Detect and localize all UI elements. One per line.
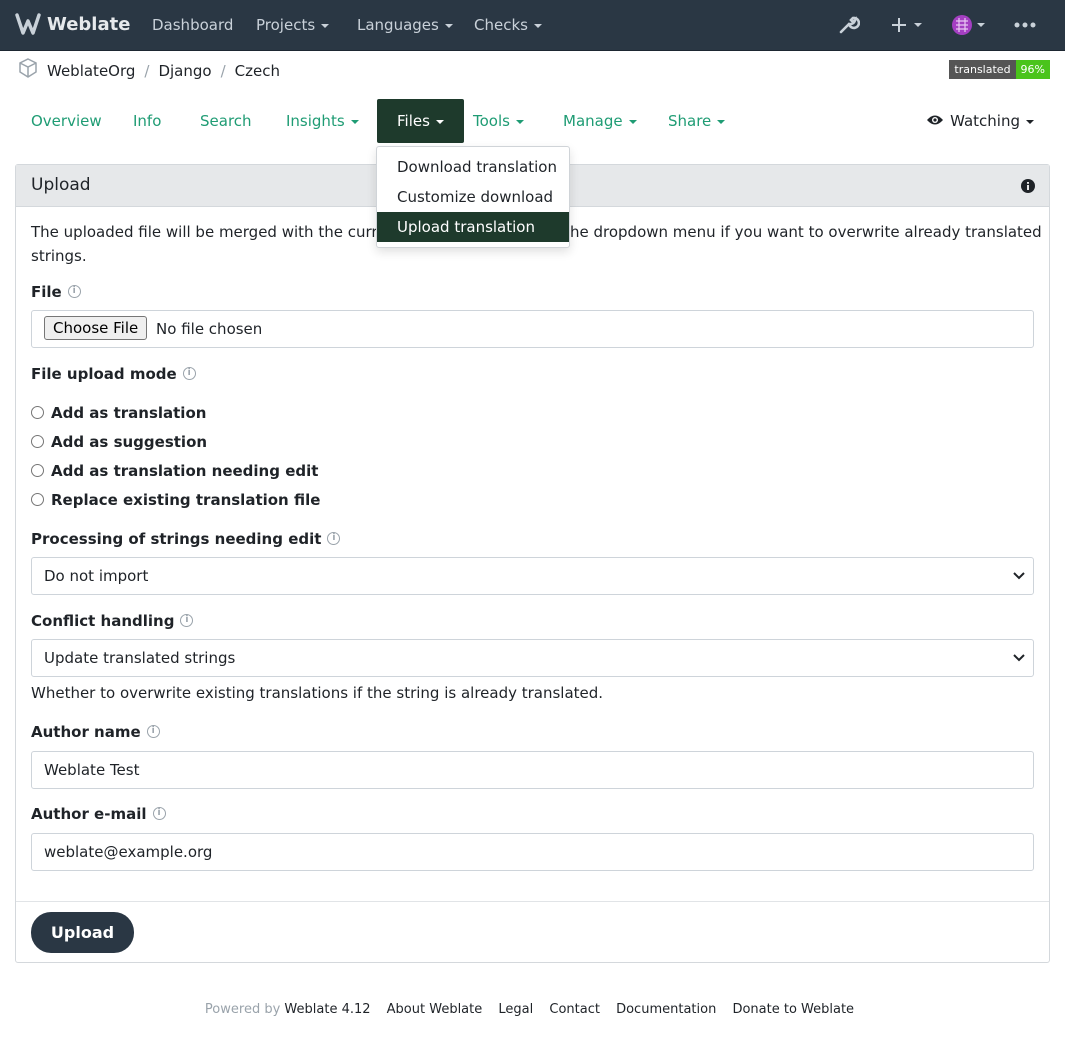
author-name-label: Author name i bbox=[31, 723, 160, 741]
footer-documentation-link[interactable]: Documentation bbox=[616, 1002, 716, 1017]
chevron-down-icon bbox=[533, 23, 542, 28]
nav-dashboard[interactable]: Dashboard bbox=[152, 0, 233, 50]
mode-add-needing-edit[interactable]: Add as translation needing edit bbox=[31, 462, 318, 480]
chevron-down-icon bbox=[515, 119, 524, 124]
chevron-down-icon bbox=[1013, 572, 1025, 580]
wrench-icon[interactable] bbox=[838, 13, 861, 37]
user-menu[interactable] bbox=[950, 13, 990, 37]
translated-badge[interactable]: translated 96% bbox=[949, 60, 1050, 79]
chevron-down-icon bbox=[444, 23, 453, 28]
nav-languages[interactable]: Languages bbox=[357, 0, 453, 50]
intro-text-line2: strings. bbox=[31, 247, 87, 265]
conflict-help-text: Whether to overwrite existing translatio… bbox=[31, 684, 604, 702]
translation-tabs: Overview Info Search Insights Files Tool… bbox=[0, 99, 1065, 143]
help-icon[interactable]: i bbox=[327, 532, 341, 545]
chevron-down-icon bbox=[350, 119, 359, 124]
breadcrumb-separator: / bbox=[220, 62, 226, 80]
file-label: File i bbox=[31, 283, 81, 301]
tab-info[interactable]: Info bbox=[133, 99, 161, 143]
radio-button[interactable] bbox=[31, 405, 44, 419]
powered-by-text: Powered by bbox=[204, 1002, 281, 1017]
tab-files[interactable]: Files bbox=[377, 99, 464, 143]
tab-share[interactable]: Share bbox=[668, 99, 726, 143]
author-email-label: Author e-mail i bbox=[31, 805, 166, 823]
footer-donate-link[interactable]: Donate to Weblate bbox=[732, 1002, 854, 1017]
menu-upload-translation[interactable]: Upload translation bbox=[377, 212, 569, 242]
breadcrumb-org[interactable]: WeblateOrg bbox=[47, 62, 135, 80]
intro-text-end: he dropdown menu if you want to overwrit… bbox=[570, 223, 1042, 241]
watching-button[interactable]: Watching bbox=[926, 99, 1034, 143]
footer-legal-link[interactable]: Legal bbox=[498, 1002, 533, 1017]
plus-icon bbox=[892, 18, 922, 32]
file-input[interactable]: Choose File No file chosen bbox=[31, 310, 1034, 348]
radio-button[interactable] bbox=[31, 492, 44, 506]
intro-text-start: The uploaded file will be merged with th… bbox=[31, 223, 413, 241]
eye-icon bbox=[927, 115, 944, 125]
choose-file-button[interactable]: Choose File bbox=[44, 316, 148, 340]
breadcrumb: WeblateOrg / Django / Czech bbox=[0, 51, 1065, 89]
fuzzy-select[interactable]: Do not import bbox=[31, 557, 1034, 595]
files-dropdown-menu: Download translation Customize download … bbox=[376, 146, 570, 248]
info-icon[interactable] bbox=[1021, 179, 1035, 197]
weblate-logo[interactable]: Weblate bbox=[15, 0, 130, 50]
help-icon[interactable]: i bbox=[67, 285, 81, 298]
breadcrumb-project[interactable]: Django bbox=[158, 62, 211, 80]
tab-tools[interactable]: Tools bbox=[473, 99, 524, 143]
tab-search[interactable]: Search bbox=[200, 99, 252, 143]
conflict-select[interactable]: Update translated strings bbox=[31, 639, 1034, 677]
footer-contact-link[interactable]: Contact bbox=[549, 1002, 600, 1017]
mode-add-suggestion[interactable]: Add as suggestion bbox=[31, 433, 207, 451]
radio-button[interactable] bbox=[31, 434, 44, 448]
tab-insights[interactable]: Insights bbox=[286, 99, 359, 143]
mode-add-translation[interactable]: Add as translation bbox=[31, 404, 206, 422]
menu-download-translation[interactable]: Download translation bbox=[377, 152, 569, 182]
upload-panel: Upload The uploaded file will be merged … bbox=[15, 164, 1050, 963]
badge-label: translated bbox=[949, 60, 1016, 79]
more-icon[interactable] bbox=[1013, 13, 1037, 37]
project-icon bbox=[17, 57, 39, 83]
author-email-field[interactable]: weblate@example.org bbox=[31, 833, 1034, 871]
panel-footer: Upload bbox=[16, 901, 1049, 962]
upload-button[interactable]: Upload bbox=[31, 912, 134, 953]
avatar bbox=[952, 15, 985, 35]
author-name-field[interactable]: Weblate Test bbox=[31, 751, 1034, 789]
help-icon[interactable]: i bbox=[182, 367, 196, 380]
radio-button[interactable] bbox=[31, 463, 44, 477]
tab-manage[interactable]: Manage bbox=[563, 99, 637, 143]
upload-mode-label: File upload mode i bbox=[31, 365, 196, 383]
help-icon[interactable]: i bbox=[152, 807, 166, 820]
page-footer: Powered by Weblate 4.12 About Weblate Le… bbox=[0, 1002, 1065, 1017]
chevron-down-icon bbox=[435, 119, 444, 124]
footer-about-link[interactable]: About Weblate bbox=[387, 1002, 483, 1017]
chevron-down-icon bbox=[321, 23, 330, 28]
file-status: No file chosen bbox=[156, 320, 263, 338]
help-icon[interactable]: i bbox=[180, 614, 194, 627]
chevron-down-icon bbox=[628, 119, 637, 124]
footer-version-link[interactable]: Weblate 4.12 bbox=[284, 1002, 370, 1017]
chevron-down-icon bbox=[1026, 119, 1034, 124]
conflict-label: Conflict handling i bbox=[31, 612, 194, 630]
tab-overview[interactable]: Overview bbox=[31, 99, 102, 143]
weblate-logo-icon bbox=[15, 12, 41, 35]
fuzzy-label: Processing of strings needing edit i bbox=[31, 530, 341, 548]
breadcrumb-language[interactable]: Czech bbox=[235, 62, 280, 80]
badge-value: 96% bbox=[1015, 60, 1050, 79]
breadcrumb-separator: / bbox=[144, 62, 150, 80]
top-navbar: Weblate Dashboard Projects Languages Che… bbox=[0, 0, 1065, 51]
chevron-down-icon bbox=[717, 119, 726, 124]
mode-replace-file[interactable]: Replace existing translation file bbox=[31, 491, 320, 509]
add-menu[interactable] bbox=[890, 13, 926, 37]
menu-customize-download[interactable]: Customize download bbox=[377, 182, 569, 212]
help-icon[interactable]: i bbox=[146, 725, 160, 738]
brand-name: Weblate bbox=[47, 14, 131, 35]
panel-title: Upload bbox=[31, 175, 91, 195]
nav-projects[interactable]: Projects bbox=[256, 0, 330, 50]
chevron-down-icon bbox=[1013, 654, 1025, 662]
nav-checks[interactable]: Checks bbox=[474, 0, 542, 50]
